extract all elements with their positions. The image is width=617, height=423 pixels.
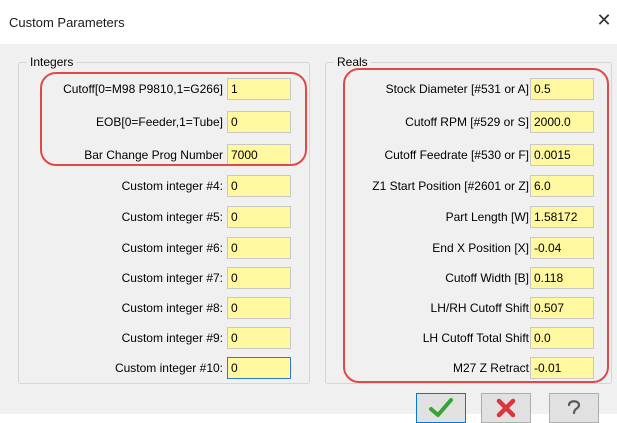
integer-field[interactable]: 1: [227, 78, 291, 100]
question-icon: [567, 400, 581, 415]
integer-field[interactable]: 0: [227, 357, 291, 379]
real-field[interactable]: 0.118: [530, 267, 594, 289]
integer-label: Custom integer #9:: [121, 331, 223, 345]
real-field[interactable]: 0.507: [530, 297, 594, 319]
integer-label: Custom integer #7:: [121, 271, 223, 285]
ok-button[interactable]: [416, 393, 466, 423]
real-field[interactable]: 2000.0: [530, 111, 594, 133]
integer-label: Custom integer #10:: [114, 361, 223, 375]
integer-label: EOB[0=Feeder,1=Tube]: [96, 115, 223, 129]
integer-field[interactable]: 0: [227, 267, 291, 289]
checkmark-icon: [429, 398, 453, 417]
real-label: M27 Z Retract: [452, 361, 529, 375]
real-field[interactable]: 6.0: [530, 175, 594, 197]
real-field[interactable]: 0.5: [530, 78, 594, 100]
integer-label: Custom integer #8:: [121, 301, 223, 315]
window-title: Custom Parameters: [9, 15, 125, 30]
real-field[interactable]: 0.0: [530, 327, 594, 349]
real-label: Stock Diameter [#531 or A]: [385, 82, 529, 96]
integer-field[interactable]: 7000: [227, 144, 291, 166]
cancel-button[interactable]: [481, 393, 531, 423]
close-icon[interactable]: ✕: [594, 10, 614, 30]
integer-field[interactable]: 0: [227, 111, 291, 133]
integer-label: Custom integer #4:: [121, 179, 223, 193]
integer-label: Custom integer #6:: [121, 241, 223, 255]
integer-label: Custom integer #5:: [121, 210, 223, 224]
real-label: Part Length [W]: [445, 210, 529, 224]
real-label: LH Cutoff Total Shift: [422, 331, 529, 345]
help-button[interactable]: [549, 393, 599, 423]
integers-group-label: Integers: [27, 55, 77, 69]
title-bar: Custom Parameters ✕: [0, 0, 617, 44]
real-label: Z1 Start Position [#2601 or Z]: [372, 179, 529, 193]
integer-label: Cutoff[0=M98 P9810,1=G266]: [63, 82, 223, 96]
integer-field[interactable]: 0: [227, 327, 291, 349]
integer-field[interactable]: 0: [227, 297, 291, 319]
real-field[interactable]: 1.58172: [530, 206, 594, 228]
integer-label: Bar Change Prog Number: [84, 148, 223, 162]
x-icon: [496, 398, 516, 418]
integer-field[interactable]: 0: [227, 175, 291, 197]
integer-field[interactable]: 0: [227, 206, 291, 228]
real-field[interactable]: -0.04: [530, 237, 594, 259]
real-field[interactable]: 0.0015: [530, 144, 594, 166]
integer-field[interactable]: 0: [227, 237, 291, 259]
real-label: Cutoff RPM [#529 or S]: [405, 115, 529, 129]
real-label: End X Position [X]: [432, 241, 529, 255]
reals-group-label: Reals: [334, 55, 371, 69]
real-field[interactable]: -0.01: [530, 357, 594, 379]
real-label: Cutoff Feedrate [#530 or F]: [384, 148, 529, 162]
real-label: LH/RH Cutoff Shift: [430, 301, 529, 315]
real-label: Cutoff Width [B]: [445, 271, 529, 285]
